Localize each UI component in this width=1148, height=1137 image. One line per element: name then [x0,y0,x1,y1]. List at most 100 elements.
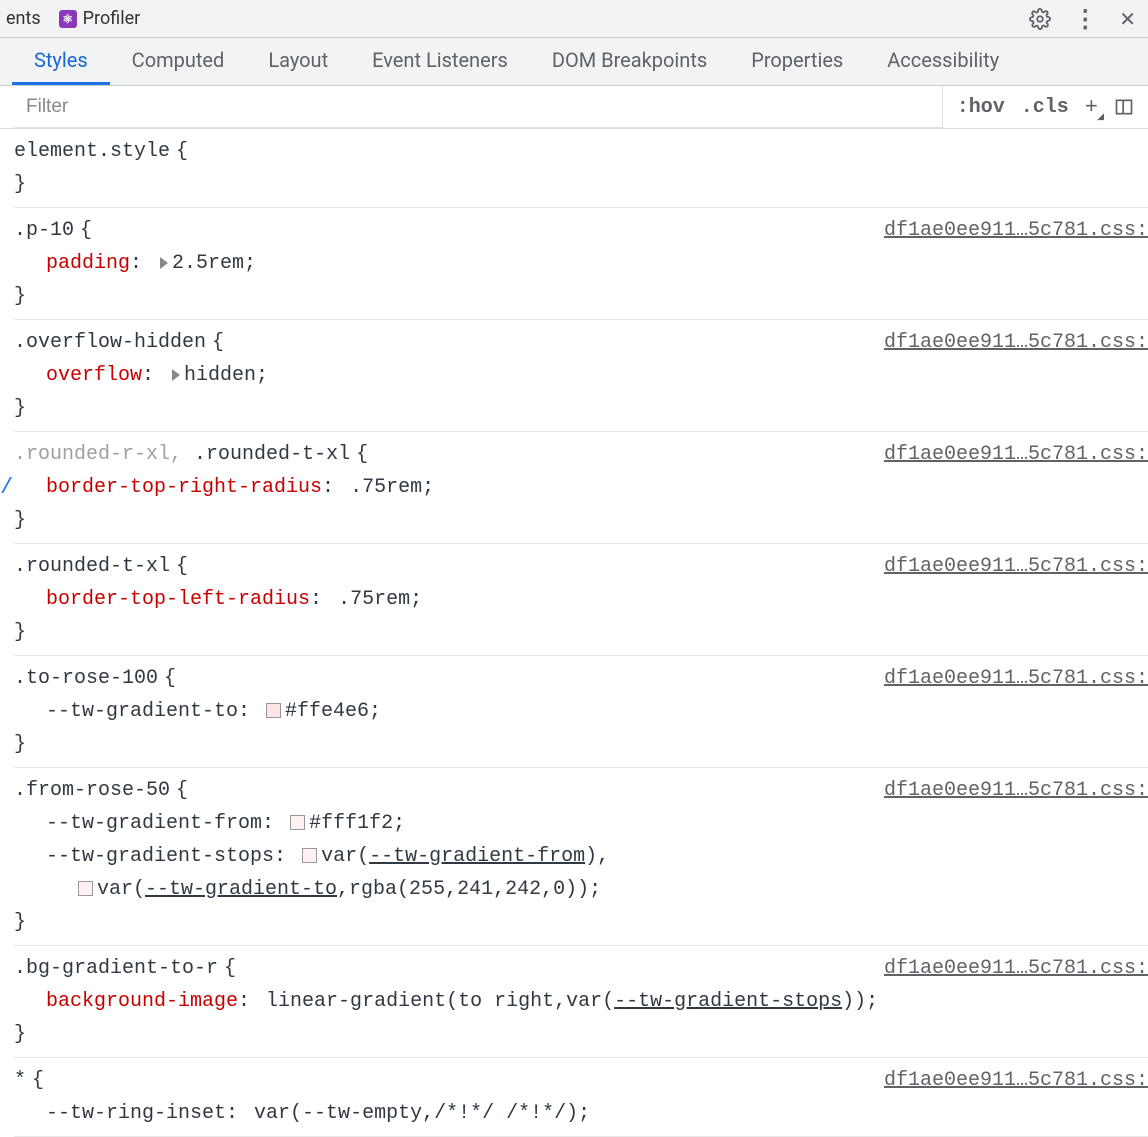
styles-rules-panel: element.style{}.p-10{df1ae0ee911…5c781.c… [0,129,1148,1137]
css-declaration[interactable]: --tw-gradient-to: #ffe4e6; [14,695,1148,728]
styles-filter-bar: :hov .cls +◢ [0,86,1148,129]
css-property[interactable]: border-top-left-radius [46,588,310,611]
css-rule[interactable]: .rounded-r-xl, .rounded-t-xl{df1ae0ee911… [14,432,1148,544]
css-declaration[interactable]: --tw-ring-inset: var(--tw-empty,/*!*/ /*… [14,1097,1148,1130]
tab-styles[interactable]: Styles [12,38,110,85]
css-value[interactable]: #ffe4e6; [285,700,381,723]
css-declaration[interactable]: padding: 2.5rem; [14,247,1148,280]
colon: : [310,588,334,611]
close-brace: } [14,504,1148,537]
css-value[interactable]: var( [321,845,369,868]
css-property[interactable]: background-image [46,990,238,1013]
expand-icon[interactable] [160,257,168,269]
source-link[interactable]: df1ae0ee911…5c781.css: [884,214,1148,247]
tab-dom-breakpoints[interactable]: DOM Breakpoints [530,38,729,85]
tab-layout[interactable]: Layout [246,38,350,85]
close-brace: } [14,616,1148,649]
color-swatch[interactable] [266,703,281,718]
css-property[interactable]: padding [46,252,130,275]
css-property[interactable]: overflow [46,364,142,387]
css-value[interactable]: #fff1f2; [309,812,405,835]
css-declaration[interactable]: overflow: hidden; [14,359,1148,392]
tab-computed[interactable]: Computed [110,38,247,85]
source-link[interactable]: df1ae0ee911…5c781.css: [884,326,1148,359]
gear-icon[interactable] [1029,8,1051,30]
css-value[interactable]: var( [97,878,145,901]
source-link[interactable]: df1ae0ee911…5c781.css: [884,438,1148,471]
colon: : [262,812,286,835]
css-selector[interactable]: .from-rose-50 [14,774,170,807]
cls-toggle[interactable]: .cls [1021,96,1069,119]
css-var-link[interactable]: --tw-gradient-stops [614,990,842,1013]
hov-toggle[interactable]: :hov [957,96,1005,119]
css-rule[interactable]: .rounded-t-xl{df1ae0ee911…5c781.css:bord… [14,544,1148,656]
tab-accessibility[interactable]: Accessibility [865,38,1021,85]
css-value[interactable]: 2.5rem; [172,252,256,275]
css-selector[interactable]: .rounded-t-xl [14,550,170,583]
open-brace: { [164,662,176,695]
css-property[interactable]: border-top-right-radius [46,476,322,499]
css-value[interactable]: hidden; [184,364,268,387]
css-selector[interactable]: * [14,1064,26,1097]
expand-icon[interactable] [172,369,180,381]
css-property[interactable]: --tw-gradient-to [46,700,238,723]
colon: : [238,700,262,723]
more-icon[interactable]: ⋮ [1073,5,1097,33]
color-swatch[interactable] [302,848,317,863]
open-brace: { [176,135,188,168]
css-value[interactable]: ), [585,845,609,868]
css-selector[interactable]: .bg-gradient-to-r [14,952,218,985]
open-brace: { [32,1064,44,1097]
css-rule[interactable]: .overflow-hidden{df1ae0ee911…5c781.css:o… [14,320,1148,432]
close-brace: } [14,728,1148,761]
css-value[interactable]: .75rem; [350,476,434,499]
css-property[interactable]: --tw-ring-inset [46,1102,226,1125]
new-style-rule-button[interactable]: +◢ [1085,95,1098,120]
filter-input[interactable] [14,86,943,128]
css-rule[interactable]: .from-rose-50{df1ae0ee911…5c781.css:--tw… [14,768,1148,946]
css-selector[interactable]: .overflow-hidden [14,326,206,359]
css-selector[interactable]: .p-10 [14,214,74,247]
css-value[interactable]: ,rgba(255,241,242,0)); [337,878,601,901]
css-var-link[interactable]: --tw-gradient-from [369,845,585,868]
css-property[interactable]: --tw-gradient-stops [46,845,274,868]
panel-tab-elements[interactable]: ents [6,8,41,29]
computed-panel-icon[interactable] [1114,97,1134,117]
source-link[interactable]: df1ae0ee911…5c781.css: [884,774,1148,807]
css-value[interactable]: linear-gradient(to right,var( [266,990,614,1013]
open-brace: { [224,952,236,985]
source-link[interactable]: df1ae0ee911…5c781.css: [884,1064,1148,1097]
source-link[interactable]: df1ae0ee911…5c781.css: [884,952,1148,985]
css-declaration[interactable]: --tw-gradient-stops: var(--tw-gradient-f… [14,840,1148,906]
panel-tab-profiler[interactable]: ⚛ Profiler [59,8,141,29]
devtools-toolbar: ents ⚛ Profiler ⋮ ✕ [0,0,1148,38]
css-rule[interactable]: .bg-gradient-to-r{ df1ae0ee911…5c781.css:… [14,946,1148,1058]
colon: : [274,845,298,868]
source-link[interactable]: df1ae0ee911…5c781.css: [884,550,1148,583]
css-declaration[interactable]: --tw-gradient-from: #fff1f2; [14,807,1148,840]
css-rule[interactable]: *{df1ae0ee911…5c781.css:--tw-ring-inset:… [14,1058,1148,1137]
css-declaration[interactable]: border-top-left-radius: .75rem; [14,583,1148,616]
css-property[interactable]: --tw-gradient-from [46,812,262,835]
source-link[interactable]: df1ae0ee911…5c781.css: [884,662,1148,695]
css-declaration[interactable]: border-top-right-radius: .75rem; [14,471,1148,504]
colon: : [226,1102,250,1125]
tab-properties[interactable]: Properties [729,38,865,85]
css-selector[interactable]: .rounded-r-xl, .rounded-t-xl [14,438,350,471]
css-var-link[interactable]: --tw-gradient-to [145,878,337,901]
css-value[interactable]: .75rem; [338,588,422,611]
open-brace: { [212,326,224,359]
close-icon[interactable]: ✕ [1119,7,1136,31]
css-rule[interactable]: .to-rose-100{df1ae0ee911…5c781.css:--tw-… [14,656,1148,768]
css-declaration[interactable]: background-image: linear-gradient(to rig… [14,985,1148,1018]
css-value[interactable]: var(--tw-empty,/*!*/ /*!*/); [254,1102,590,1125]
css-rule[interactable]: .p-10{ df1ae0ee911…5c781.css:padding: 2.5… [14,208,1148,320]
color-swatch[interactable] [290,815,305,830]
css-rule[interactable]: element.style{} [14,129,1148,208]
color-swatch[interactable] [78,881,93,896]
css-selector[interactable]: .to-rose-100 [14,662,158,695]
css-value[interactable]: )); [842,990,878,1013]
open-brace: { [80,214,92,247]
tab-event-listeners[interactable]: Event Listeners [350,38,530,85]
css-selector[interactable]: element.style [14,135,170,168]
